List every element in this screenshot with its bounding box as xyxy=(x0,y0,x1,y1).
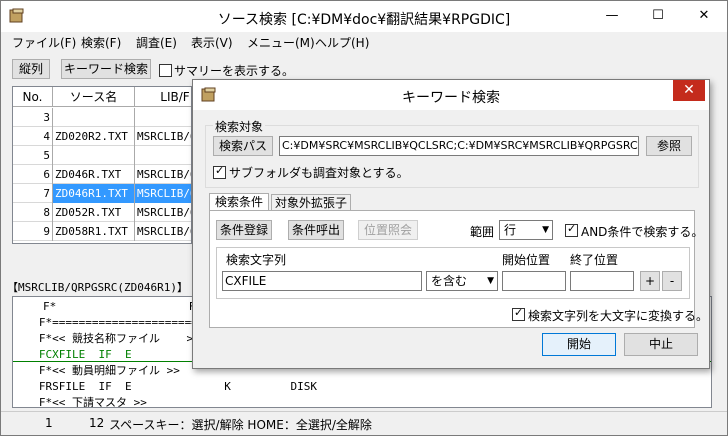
uppercase-checkbox[interactable] xyxy=(512,306,525,321)
conditions-panel: 条件登録 条件呼出 位置照会 範囲 行▼ AND条件で検索する。 検索文字列 開… xyxy=(209,210,708,328)
row-lib: MSRCLIB/QR xyxy=(137,206,191,219)
status-col: 12 xyxy=(89,416,105,430)
chevron-down-icon: ▼ xyxy=(487,276,494,286)
table-row[interactable]: 9ZD058R1.TXTMSRCLIB/QR xyxy=(13,222,191,241)
code-line: F*<< 動員明細ファイル >> xyxy=(19,364,180,377)
subfolder-checkbox[interactable] xyxy=(213,164,226,179)
menu-menu[interactable]: メニュー(M) xyxy=(247,34,315,51)
range-select[interactable]: 行 ▼ xyxy=(499,220,553,240)
dialog-title: キーワード検索 xyxy=(402,90,500,106)
keyword-search-dialog: キーワード検索 ✕ 検索対象 検索パス C:¥DM¥SRC¥MSRCLIB¥QC… xyxy=(192,79,710,369)
target-group-label: 検索対象 xyxy=(213,118,266,135)
keyword-search-button[interactable]: キーワード検索 xyxy=(61,59,151,79)
code-line: F* F xyxy=(43,300,196,313)
menu-help[interactable]: ヘルプ(H) xyxy=(315,34,369,51)
table-row[interactable]: 6ZD046R.TXTMSRCLIB/QR xyxy=(13,165,191,184)
row-lib: MSRCLIB/QR xyxy=(137,168,191,181)
row-lib xyxy=(135,146,191,165)
recall-condition-button[interactable]: 条件呼出 xyxy=(288,220,344,240)
summary-checkbox[interactable] xyxy=(159,64,172,77)
dialog-title-bar: キーワード検索 ✕ xyxy=(193,80,709,110)
range-select-value: 行 xyxy=(504,223,517,237)
row-no: 7 xyxy=(13,184,53,203)
summary-label: サマリーを表示する。 xyxy=(174,64,295,78)
end-position-input[interactable] xyxy=(570,271,634,291)
narrow-button[interactable]: 縦列 xyxy=(12,59,50,79)
row-source: ZD046R.TXT xyxy=(53,165,135,184)
row-source xyxy=(53,108,135,127)
row-lib: MSRCLIB/QR xyxy=(137,225,191,238)
row-no: 3 xyxy=(13,108,53,127)
add-row-button[interactable]: + xyxy=(640,271,660,291)
tab-conditions[interactable]: 検索条件 xyxy=(209,193,269,211)
position-query-button[interactable]: 位置照会 xyxy=(358,220,418,240)
code-line: F*<< 競技名称ファイル > xyxy=(19,332,194,345)
minimize-button[interactable]: — xyxy=(589,1,635,31)
menu-search[interactable]: 検索(F) xyxy=(81,34,121,51)
start-position-input[interactable] xyxy=(502,271,566,291)
row-no: 8 xyxy=(13,203,53,222)
register-condition-button[interactable]: 条件登録 xyxy=(216,220,272,240)
and-condition-label: AND条件で検索する。 xyxy=(581,225,704,239)
results-grid[interactable]: No. ソース名 LIB/F 3 4ZD020R2.TXTMSRCLIB/QR … xyxy=(12,86,192,244)
menu-bar: ファイル(F) 検索(F) 調査(E) 表示(V) メニュー(M) ヘルプ(H) xyxy=(1,32,727,52)
status-bar: 1 12 スペースキー：選択/解除 HOME：全選択/全解除 xyxy=(1,411,727,435)
menu-file[interactable]: ファイル(F) xyxy=(12,34,76,51)
grid-header: No. ソース名 LIB/F xyxy=(13,87,191,107)
row-source xyxy=(53,146,135,165)
row-source: ZD046R1.TXT xyxy=(53,184,135,203)
browse-button[interactable]: 参照 xyxy=(646,136,692,156)
dialog-close-button[interactable]: ✕ xyxy=(673,80,705,101)
row-source: ZD052R.TXT xyxy=(53,203,135,222)
search-string-input[interactable]: CXFILE xyxy=(222,271,422,291)
row-source: ZD020R2.TXT xyxy=(53,127,135,146)
row-no: 9 xyxy=(13,222,53,241)
remove-row-button[interactable]: - xyxy=(662,271,682,291)
table-row[interactable]: 3 xyxy=(13,108,191,127)
range-label: 範囲 xyxy=(470,225,495,239)
close-button[interactable]: ✕ xyxy=(681,1,727,31)
row-lib xyxy=(135,108,191,127)
title-bar: ソース検索 [C:¥DM¥doc¥翻訳結果¥RPGDIC] — ☐ ✕ xyxy=(1,1,727,32)
match-type-select[interactable]: を含む ▼ xyxy=(426,271,498,291)
grid-header-no[interactable]: No. xyxy=(13,87,53,107)
row-source: ZD058R1.TXT xyxy=(53,222,135,241)
table-row[interactable]: 4ZD020R2.TXTMSRCLIB/QR xyxy=(13,127,191,146)
table-row[interactable]: 8ZD052R.TXTMSRCLIB/QR xyxy=(13,203,191,222)
tab-excluded-extensions[interactable]: 対象外拡張子 xyxy=(271,194,351,211)
search-path-field[interactable]: C:¥DM¥SRC¥MSRCLIB¥QCLSRC;C:¥DM¥SRC¥MSRCL… xyxy=(279,136,639,156)
table-row-selected[interactable]: 7ZD046R1.TXTMSRCLIB/QR xyxy=(13,184,191,203)
code-line: F*<< 下請マスタ >> xyxy=(19,396,147,408)
row-lib: MSRCLIB/QR xyxy=(137,130,191,143)
search-string-header: 検索文字列 xyxy=(226,253,287,267)
status-line: 1 xyxy=(45,416,53,430)
subfolder-label: サブフォルダも調査対象とする。 xyxy=(229,166,409,180)
uppercase-label: 検索文字列を大文字に変換する。 xyxy=(528,309,709,323)
stop-button[interactable]: 中止 xyxy=(624,333,698,356)
row-no: 4 xyxy=(13,127,53,146)
search-path-button[interactable]: 検索パス xyxy=(213,136,273,156)
menu-view[interactable]: 表示(V) xyxy=(191,34,233,51)
end-position-header: 終了位置 xyxy=(570,253,619,267)
and-condition-checkbox[interactable] xyxy=(565,222,578,237)
chevron-down-icon: ▼ xyxy=(542,225,549,235)
source-title: 【MSRCLIB/QRPGSRC(ZD046R1)】 xyxy=(7,281,188,294)
match-type-value: を含む xyxy=(431,274,468,288)
code-line: FRSFILE IF E K DISK xyxy=(19,380,318,393)
row-no: 6 xyxy=(13,165,53,184)
start-position-header: 開始位置 xyxy=(502,253,551,267)
row-no: 5 xyxy=(13,146,53,165)
status-hint: スペースキー：選択/解除 HOME：全選択/全解除 xyxy=(109,418,372,432)
maximize-button[interactable]: ☐ xyxy=(635,1,681,31)
grid-header-lib[interactable]: LIB/F xyxy=(135,87,191,107)
table-row[interactable]: 5 xyxy=(13,146,191,165)
row-lib: MSRCLIB/QR xyxy=(135,184,191,203)
grid-header-source[interactable]: ソース名 xyxy=(53,87,135,107)
menu-investigate[interactable]: 調査(E) xyxy=(136,34,177,51)
start-button[interactable]: 開始 xyxy=(542,333,616,356)
